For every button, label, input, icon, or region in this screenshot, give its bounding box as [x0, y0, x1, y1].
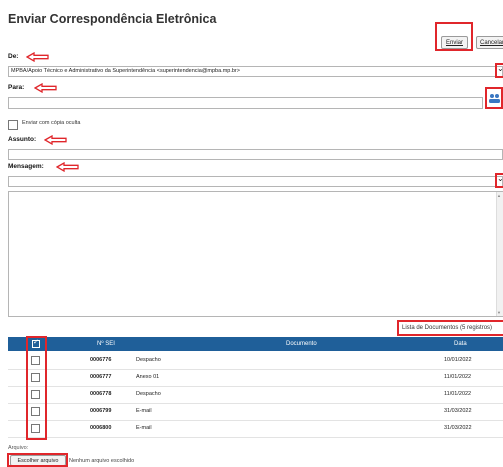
document-type: Despacho [136, 391, 161, 397]
page-title: Enviar Correspondência Eletrônica [8, 12, 217, 26]
document-date: 31/03/2022 [444, 425, 472, 431]
table-row[interactable]: 0006800 E-mail 31/03/2022 [8, 421, 503, 436]
sei-number: 0006800 [90, 425, 112, 431]
textarea-scrollbar[interactable] [496, 192, 503, 316]
sei-number: 0006778 [90, 391, 112, 397]
documents-table-header: ✓ Nº SEI Documento Data [8, 337, 503, 351]
annotation-box-send [435, 22, 473, 51]
sei-number: 0006776 [90, 357, 112, 363]
col-header-sei: Nº SEI [97, 341, 115, 347]
bcc-label: Enviar com cópia oculta [22, 120, 81, 126]
annotation-arrow-from [26, 52, 49, 62]
cancel-button[interactable]: Cancelar [476, 36, 503, 49]
message-textarea[interactable] [8, 191, 503, 317]
document-type: Despacho [136, 357, 161, 363]
contacts-icon[interactable] [488, 93, 501, 104]
document-type: E-mail [136, 425, 152, 431]
document-type: E-mail [136, 408, 152, 414]
table-row[interactable]: 0006778 Despacho 11/01/2022 [8, 387, 503, 402]
annotation-arrow-subject [44, 135, 67, 145]
subject-label: Assunto: [8, 136, 37, 143]
table-row[interactable]: 0006777 Anexo 01 11/01/2022 [8, 370, 503, 385]
document-type: Anexo 01 [136, 374, 160, 380]
annotation-box-choose-file [7, 453, 68, 467]
document-date: 11/01/2022 [444, 374, 472, 380]
annotation-box-checkboxes [26, 336, 47, 440]
from-field[interactable]: MPBA/Apoio Técnico e Administrativo da S… [8, 66, 503, 77]
row-divider [8, 437, 503, 438]
message-label: Mensagem: [8, 163, 44, 170]
chevron-down-icon[interactable]: ⌄ [497, 64, 503, 73]
table-row[interactable]: 0006776 Despacho 10/01/2022 [8, 353, 503, 368]
subject-field[interactable] [8, 149, 503, 160]
chevron-down-icon[interactable]: ⌄ [497, 174, 503, 183]
document-date: 11/01/2022 [444, 391, 472, 397]
sei-number: 0006799 [90, 408, 112, 414]
annotation-box-caption [397, 320, 503, 336]
document-date: 10/01/2022 [444, 357, 472, 363]
bcc-checkbox[interactable] [8, 120, 18, 130]
scroll-up-icon[interactable]: ▲ [497, 193, 501, 198]
document-date: 31/03/2022 [444, 408, 472, 414]
from-label: De: [8, 53, 19, 60]
col-header-documento: Documento [286, 341, 317, 347]
annotation-arrow-message [56, 162, 79, 172]
attachment-label: Arquivo: [8, 445, 29, 451]
sei-number: 0006777 [90, 374, 112, 380]
scroll-down-icon[interactable]: ▼ [497, 310, 501, 315]
table-row[interactable]: 0006799 E-mail 31/03/2022 [8, 404, 503, 419]
annotation-arrow-to [34, 83, 57, 93]
col-header-data: Data [454, 341, 467, 347]
to-field[interactable] [8, 97, 483, 109]
file-status: Nenhum arquivo escolhido [69, 458, 135, 464]
to-label: Para: [8, 84, 25, 91]
message-template-select[interactable] [8, 176, 503, 187]
